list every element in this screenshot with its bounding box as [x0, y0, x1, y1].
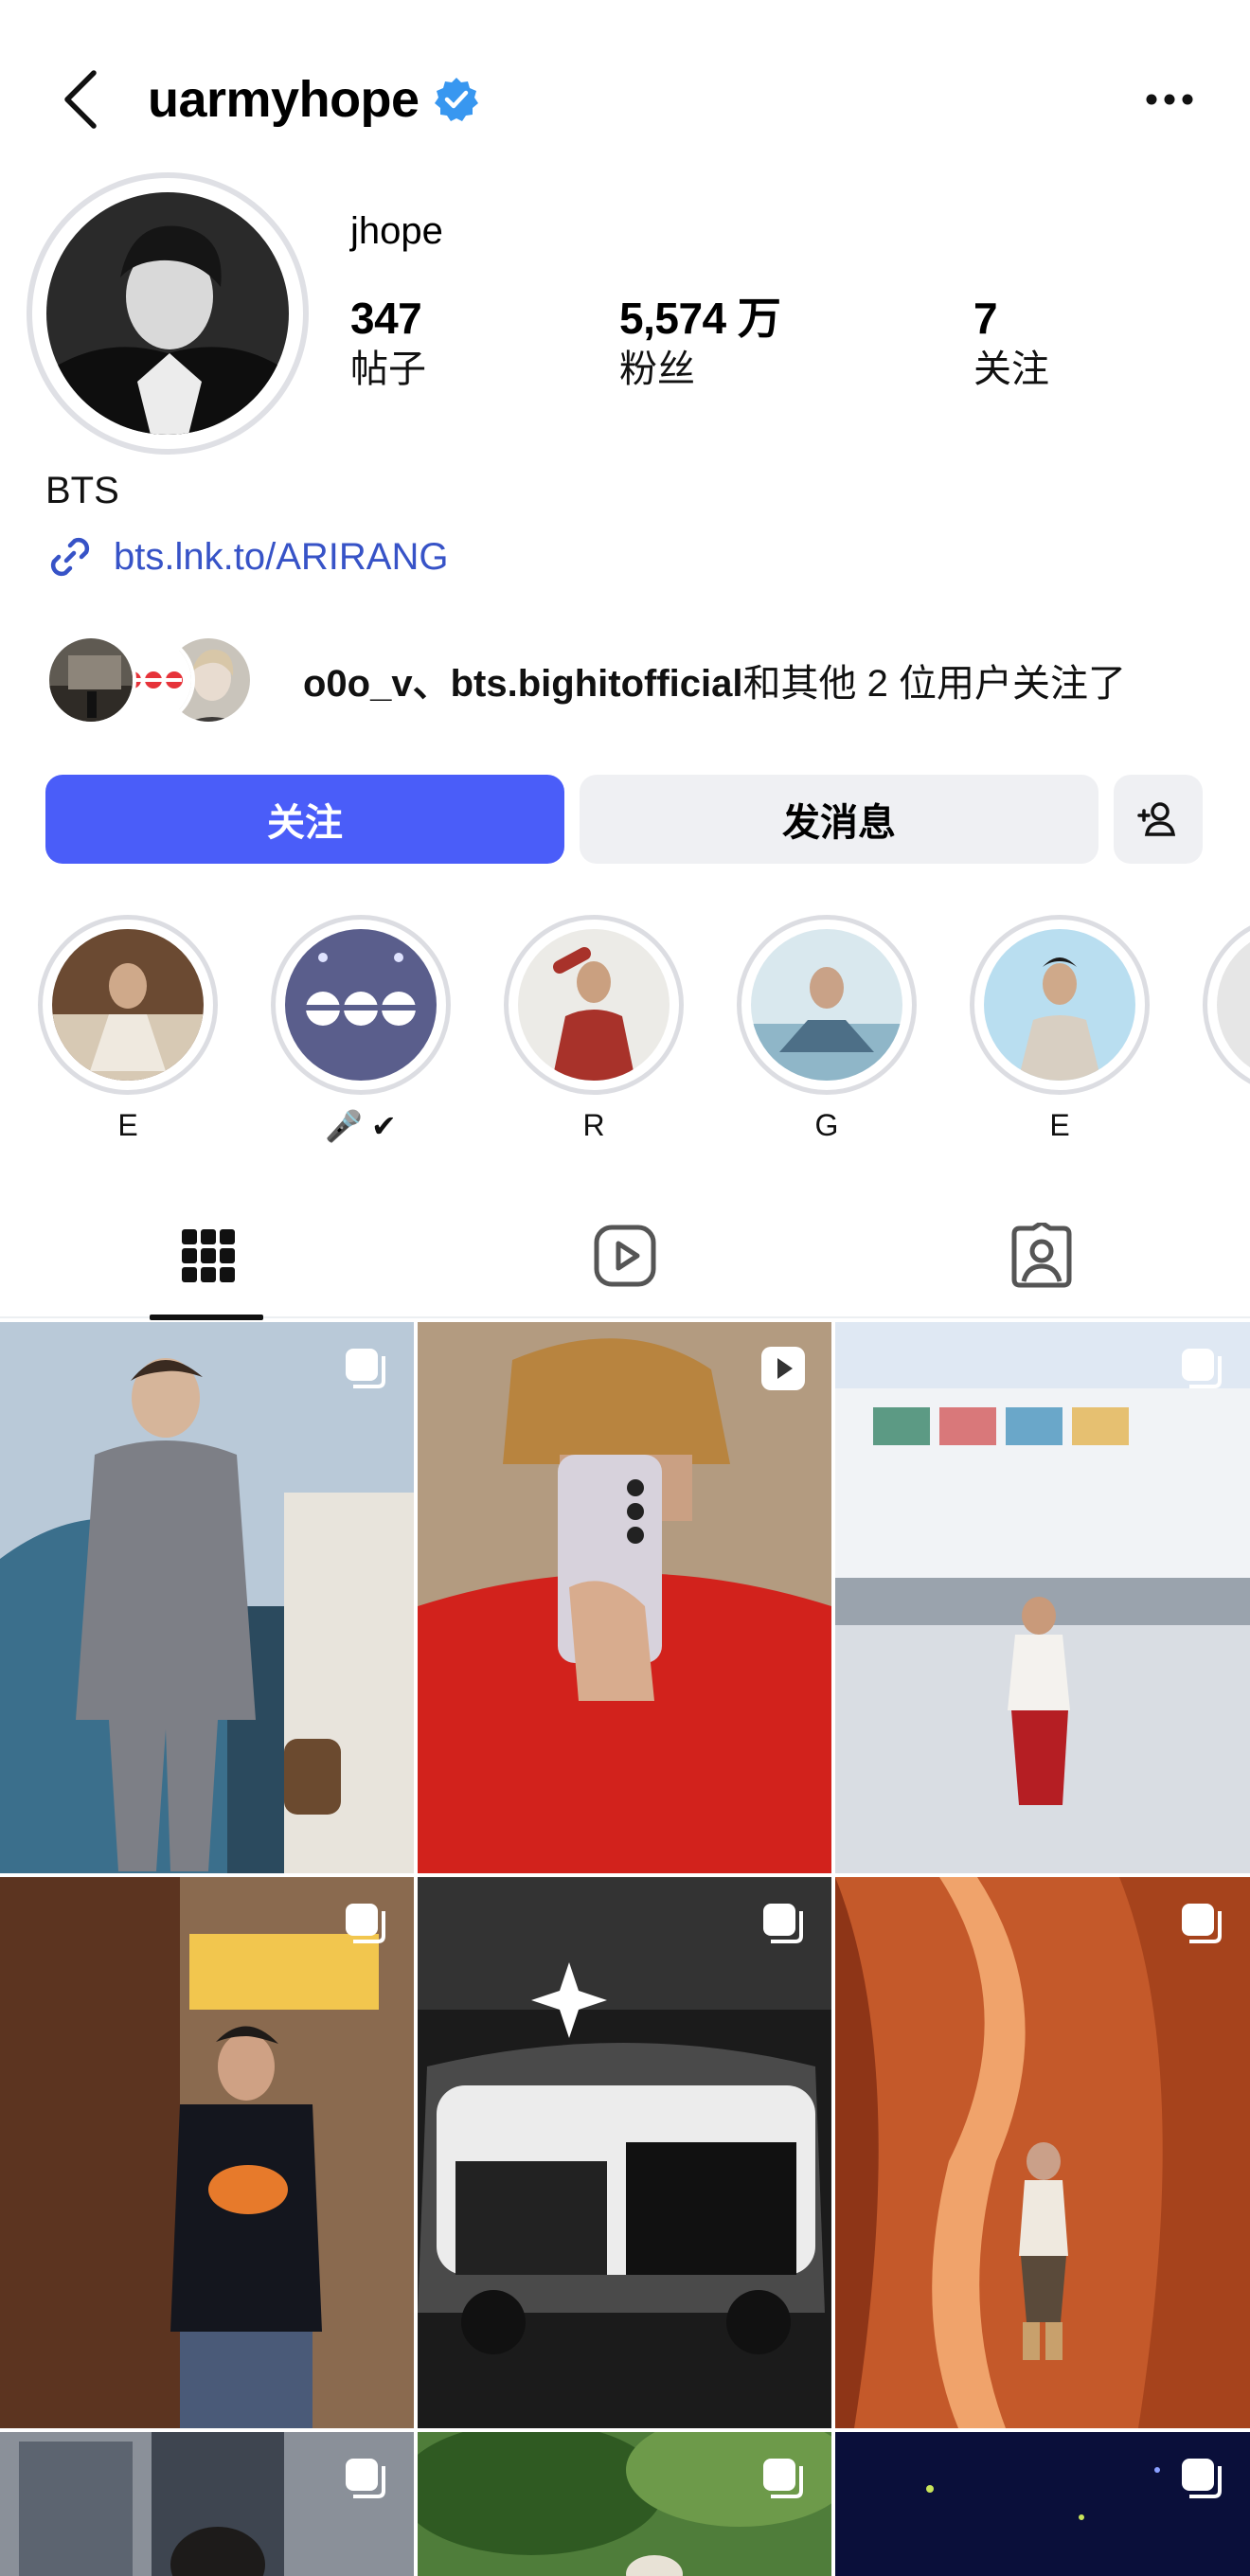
add-user-icon — [1137, 802, 1176, 836]
follow-button[interactable]: 关注 — [45, 775, 564, 864]
carousel-icon — [1182, 2459, 1222, 2498]
suggest-user-button[interactable] — [1114, 775, 1203, 864]
highlight-item[interactable]: 🎤 ✔ — [271, 915, 451, 1144]
profile-tabs — [0, 1193, 1250, 1320]
post-thumbnail[interactable] — [418, 1322, 831, 1873]
username-header: uarmyhope — [148, 66, 480, 133]
post-thumbnail[interactable] — [0, 2432, 414, 2576]
link-url: bts.lnk.to/ARIRANG — [114, 535, 449, 578]
followed-by[interactable]: o0o_v、bts.bighitofficial和其他 2 位用户关注了 — [45, 633, 1126, 727]
tab-tagged[interactable] — [833, 1193, 1250, 1318]
post-thumbnail[interactable] — [0, 1322, 414, 1873]
username: uarmyhope — [148, 71, 420, 128]
display-name: jhope — [350, 210, 443, 252]
avatar-photo — [46, 192, 289, 435]
carousel-icon — [1182, 1349, 1222, 1388]
mutual-usernames: o0o_v、bts.bighitofficial — [303, 663, 743, 705]
posts-label: 帖子 — [350, 349, 426, 390]
verified-badge-icon — [434, 78, 478, 121]
following-count: 7 — [973, 294, 998, 343]
followers-label: 粉丝 — [619, 349, 695, 390]
stat-following[interactable]: 7 关注 — [973, 292, 1049, 394]
more-options-button[interactable] — [1127, 66, 1212, 133]
post-thumbnail[interactable] — [418, 1877, 831, 2428]
carousel-icon — [763, 2459, 803, 2498]
highlight-cover — [751, 929, 902, 1081]
followed-by-text: o0o_v、bts.bighitofficial和其他 2 位用户关注了 — [303, 653, 1126, 707]
post-thumbnail[interactable] — [835, 2432, 1250, 2576]
carousel-icon — [346, 1349, 385, 1388]
carousel-icon — [346, 1904, 385, 1943]
back-button[interactable] — [47, 66, 114, 133]
story-highlights: E 🎤 ✔ R G E — [38, 915, 1250, 1152]
highlight-item[interactable]: R — [504, 915, 684, 1143]
following-label: 关注 — [973, 349, 1049, 390]
message-button[interactable]: 发消息 — [580, 775, 1098, 864]
carousel-icon — [346, 2459, 385, 2498]
carousel-icon — [763, 1904, 803, 1943]
highlight-item[interactable]: G — [737, 915, 917, 1143]
grid-icon — [182, 1229, 235, 1282]
followed-suffix: 和其他 2 位用户关注了 — [742, 663, 1126, 705]
reels-icon — [594, 1225, 656, 1287]
post-thumbnail[interactable] — [835, 1322, 1250, 1873]
posts-grid — [0, 1322, 1250, 2576]
highlight-item[interactable]: E — [38, 915, 218, 1143]
action-buttons: 关注 发消息 — [45, 775, 1203, 864]
followers-count: 5,574 万 — [619, 294, 781, 343]
highlight-label: R — [582, 1108, 605, 1142]
highlight-label: E — [1049, 1108, 1070, 1142]
highlight-label: 🎤 ✔ — [325, 1109, 397, 1143]
tab-reels[interactable] — [417, 1193, 833, 1318]
tab-posts-grid[interactable] — [0, 1193, 417, 1320]
top-bar: uarmyhope — [0, 57, 1250, 140]
highlight-cover — [518, 929, 670, 1081]
chevron-left-icon — [64, 70, 97, 129]
post-thumbnail[interactable] — [835, 1877, 1250, 2428]
highlight-label: G — [814, 1108, 839, 1142]
post-thumbnail[interactable] — [418, 2432, 831, 2576]
highlight-cover — [984, 929, 1135, 1081]
profile-avatar[interactable] — [27, 172, 309, 455]
mutual-avatar-1 — [45, 635, 136, 725]
bio-link[interactable]: bts.lnk.to/ARIRANG — [45, 532, 448, 581]
highlight-item[interactable]: E — [970, 915, 1150, 1143]
carousel-icon — [1182, 1904, 1222, 1943]
highlight-cover — [52, 929, 204, 1081]
active-tab-indicator — [150, 1315, 263, 1320]
stat-posts[interactable]: 347 帖子 — [350, 292, 426, 394]
posts-count: 347 — [350, 294, 422, 343]
tagged-icon — [1011, 1223, 1072, 1288]
highlight-label: E — [117, 1108, 138, 1142]
highlight-item[interactable] — [1203, 915, 1250, 1095]
post-thumbnail[interactable] — [0, 1877, 414, 2428]
bio-text: BTS — [45, 470, 119, 511]
highlight-cover — [285, 929, 437, 1081]
highlight-cover — [1217, 929, 1250, 1081]
more-horizontal-icon — [1146, 94, 1193, 105]
reel-icon — [761, 1347, 805, 1390]
stat-followers[interactable]: 5,574 万 粉丝 — [619, 292, 781, 394]
link-icon — [50, 537, 90, 577]
mutual-avatars — [45, 633, 292, 727]
